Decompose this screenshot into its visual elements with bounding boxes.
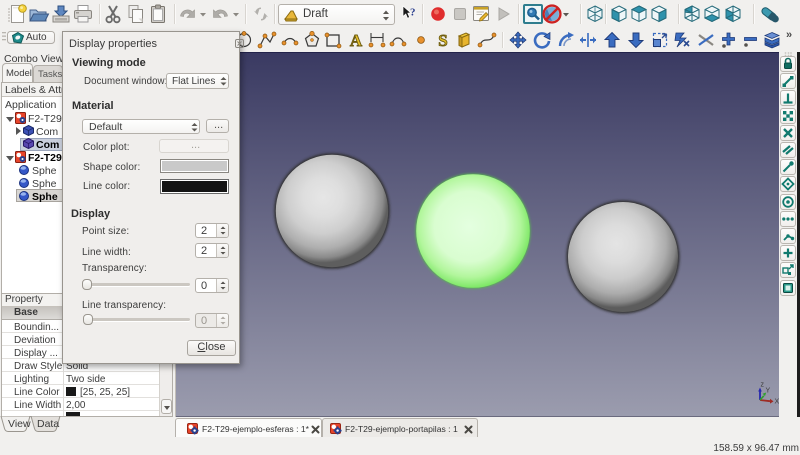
svg-text:z: z — [761, 382, 765, 389]
svg-text:View: View — [8, 418, 31, 430]
svg-text:Data: Data — [37, 418, 59, 430]
svg-text:Y: Y — [766, 388, 771, 395]
svg-text:S: S — [438, 31, 447, 50]
svg-text:A: A — [350, 31, 363, 50]
svg-text:?: ? — [410, 7, 416, 19]
